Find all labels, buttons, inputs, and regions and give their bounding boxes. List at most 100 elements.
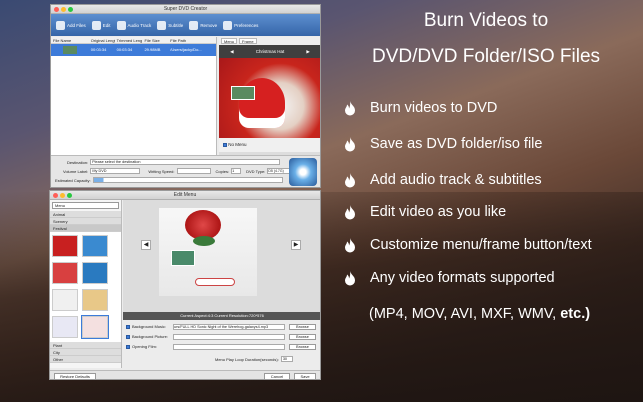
category-animal[interactable]: Animal	[50, 211, 121, 218]
audio-icon	[116, 20, 126, 30]
formats-line: (MP4, MOV, AVI, MXF, WMV, etc.)	[369, 306, 591, 322]
template-nav: ◀ Christmas Hat ▶	[219, 45, 320, 58]
burn-disc-button[interactable]	[289, 158, 317, 186]
menu-preview: Menu Frame ◀ Christmas Hat ▶ No Menu	[219, 37, 320, 155]
flame-icon	[345, 172, 355, 187]
template-thumb[interactable]	[52, 289, 78, 311]
canvas-video-frame[interactable]	[171, 250, 195, 266]
promo-title-line1: Burn Videos to	[423, 10, 549, 31]
play-button[interactable]	[195, 278, 235, 286]
remove-button[interactable]: Remove	[189, 20, 217, 30]
remove-icon	[189, 20, 199, 30]
feature-item: Customize menu/frame button/text	[370, 237, 592, 253]
bg-picture-browse-button[interactable]: Browse	[289, 334, 316, 340]
next-arrow-icon[interactable]: ▶	[306, 49, 309, 55]
add-files-button[interactable]: Add Files	[56, 20, 86, 30]
table-header: File Name Original Length Trimmed Length…	[51, 37, 216, 44]
subtitle-icon	[157, 20, 167, 30]
template-grid	[50, 232, 121, 342]
bg-music-browse-button[interactable]: Browse	[289, 324, 316, 330]
category-city[interactable]: City	[50, 349, 121, 356]
capacity-bar	[92, 177, 283, 183]
rose-template-preview	[159, 208, 257, 296]
bg-music-field[interactable]: urs/FULL HD Sonic Night of the Werehog-g…	[173, 324, 285, 330]
template-thumb[interactable]	[82, 235, 108, 257]
close-icon[interactable]	[54, 7, 59, 12]
category-scenery[interactable]: Scenery	[50, 218, 121, 225]
flame-icon	[345, 204, 355, 219]
category-plant[interactable]: Plant	[50, 342, 121, 349]
flame-icon	[345, 100, 355, 115]
menu-type-select[interactable]: Menu	[52, 202, 119, 209]
edit-icon	[91, 20, 101, 30]
toolbar: Add Files Edit Audio Track Subtitle Remo…	[51, 14, 320, 36]
bg-music-checkbox[interactable]	[126, 324, 130, 329]
menu-canvas: ◀ ▶	[123, 200, 320, 312]
template-thumb[interactable]	[52, 235, 78, 257]
feature-item: Burn videos to DVD	[370, 100, 498, 116]
main-window-title: Super DVD Creator	[163, 6, 208, 12]
cancel-button[interactable]: Cancel	[264, 373, 290, 379]
menu-options: Background Music: urs/FULL HD Sonic Nigh…	[123, 320, 320, 370]
output-settings: Destination: Please select the destinatio…	[51, 155, 320, 187]
flame-icon	[345, 136, 355, 151]
flame-icon	[345, 270, 355, 285]
feature-item: Any video formats supported	[370, 270, 555, 286]
feature-item: Save as DVD folder/iso file	[370, 136, 543, 152]
add-files-icon	[56, 20, 65, 30]
zoom-icon[interactable]	[68, 7, 73, 12]
menu-window-title: Edit Menu	[173, 192, 197, 198]
minimize-icon[interactable]	[61, 7, 66, 12]
feature-item: Edit video as you like	[370, 204, 507, 220]
bg-picture-field[interactable]	[173, 334, 285, 340]
next-page-icon[interactable]: ▶	[291, 240, 301, 250]
leaf-image	[193, 236, 215, 246]
no-menu-checkbox[interactable]	[223, 142, 227, 147]
template-thumb[interactable]	[82, 262, 108, 284]
promo-panel: Burn Videos to DVD/DVD Folder/ISO Files …	[336, 0, 643, 402]
save-button[interactable]: Save	[294, 373, 316, 379]
aspect-info: Current Aspect:4:3 Current Resolution:72…	[123, 312, 320, 320]
template-thumb[interactable]	[52, 262, 78, 284]
template-thumb[interactable]	[81, 315, 109, 339]
zoom-icon[interactable]	[67, 193, 72, 198]
dvd-type-select[interactable]: D5 (4.7G)	[267, 168, 292, 174]
volume-label-input[interactable]: My DVD	[90, 168, 141, 174]
template-thumb[interactable]	[82, 289, 108, 311]
promo-title-line2: DVD/DVD Folder/ISO Files	[371, 46, 601, 67]
writing-speed-select[interactable]	[176, 168, 211, 174]
category-festival[interactable]: Festival	[50, 225, 121, 232]
preview-video-frame	[231, 86, 255, 100]
menu-titlebar: Edit Menu	[50, 191, 320, 200]
gear-icon	[223, 20, 233, 30]
opening-film-browse-button[interactable]: Browse	[289, 344, 316, 350]
prev-arrow-icon[interactable]: ◀	[230, 49, 233, 55]
bg-picture-checkbox[interactable]	[126, 334, 130, 339]
video-thumbnail	[63, 46, 77, 54]
copies-stepper[interactable]: 1	[231, 168, 242, 174]
restore-defaults-button[interactable]: Restore Defaults	[54, 373, 96, 379]
edit-button[interactable]: Edit	[91, 20, 111, 30]
destination-select[interactable]: Please select the destination	[90, 159, 281, 165]
flame-icon	[345, 237, 355, 252]
audio-track-button[interactable]: Audio Track	[116, 20, 151, 30]
opening-film-checkbox[interactable]	[126, 344, 130, 349]
close-icon[interactable]	[53, 193, 58, 198]
prev-page-icon[interactable]: ◀	[141, 240, 151, 250]
minimize-icon[interactable]	[60, 193, 65, 198]
category-other[interactable]: Other	[50, 356, 121, 363]
preferences-button[interactable]: Preferences	[223, 20, 258, 30]
feature-item: Add audio track & subtitles	[370, 172, 542, 188]
template-name: Christmas Hat	[255, 49, 285, 54]
menu-footer: Restore Defaults Cancel Save	[50, 370, 320, 379]
template-thumb[interactable]	[52, 316, 78, 338]
preview-image	[219, 58, 320, 138]
main-titlebar: Super DVD Creator	[51, 5, 320, 14]
table-row[interactable]: 00:03:34 00:03:34 29.98MB /Users/jacky/D…	[51, 44, 216, 56]
opening-film-field[interactable]	[173, 344, 285, 350]
tab-frame[interactable]: Frame	[239, 38, 257, 44]
tab-menu[interactable]: Menu	[221, 38, 238, 44]
main-window: Super DVD Creator Add Files Edit Audio T…	[50, 4, 321, 188]
loop-duration-stepper[interactable]: 30	[280, 356, 293, 362]
subtitle-button[interactable]: Subtitle	[157, 20, 183, 30]
